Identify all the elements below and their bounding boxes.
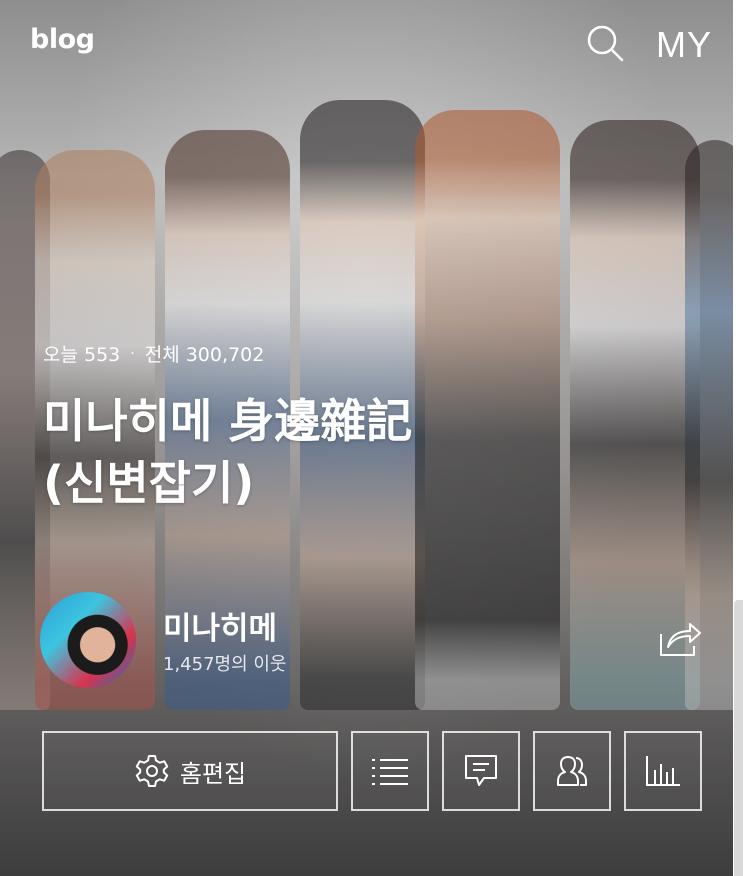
today-count: 오늘 553 (43, 344, 121, 366)
home-edit-button[interactable]: 홈편집 (42, 731, 338, 811)
stats-icon (646, 756, 680, 786)
avatar[interactable] (40, 592, 136, 688)
blog-cover-image: blog MY 오늘 553 · 전체 300,702 미나히메 身邊雜記(신변… (0, 0, 733, 876)
scrollbar[interactable] (734, 600, 743, 876)
statistics-button[interactable] (624, 731, 702, 811)
my-button[interactable]: MY (656, 24, 712, 66)
blog-title: 미나히메 身邊雜記(신변잡기) (43, 394, 413, 510)
neighbors-icon (552, 755, 592, 787)
list-icon (372, 756, 408, 786)
blog-nickname[interactable]: 미나히메 (163, 603, 277, 648)
gear-icon (134, 753, 170, 789)
total-count: 전체 300,702 (144, 344, 265, 366)
home-edit-label: 홈편집 (179, 759, 247, 788)
neighbors-button[interactable] (533, 731, 611, 811)
visitor-stats: 오늘 553 · 전체 300,702 (43, 340, 264, 367)
post-list-button[interactable] (351, 731, 429, 811)
blog-logo[interactable]: blog (30, 24, 95, 55)
neighbor-count[interactable]: 1,457명의 이웃 (163, 650, 287, 676)
search-icon[interactable] (586, 24, 624, 62)
comment-icon (464, 754, 498, 788)
share-icon[interactable] (658, 620, 702, 658)
stats-separator: · (130, 345, 135, 362)
guestbook-button[interactable] (442, 731, 520, 811)
